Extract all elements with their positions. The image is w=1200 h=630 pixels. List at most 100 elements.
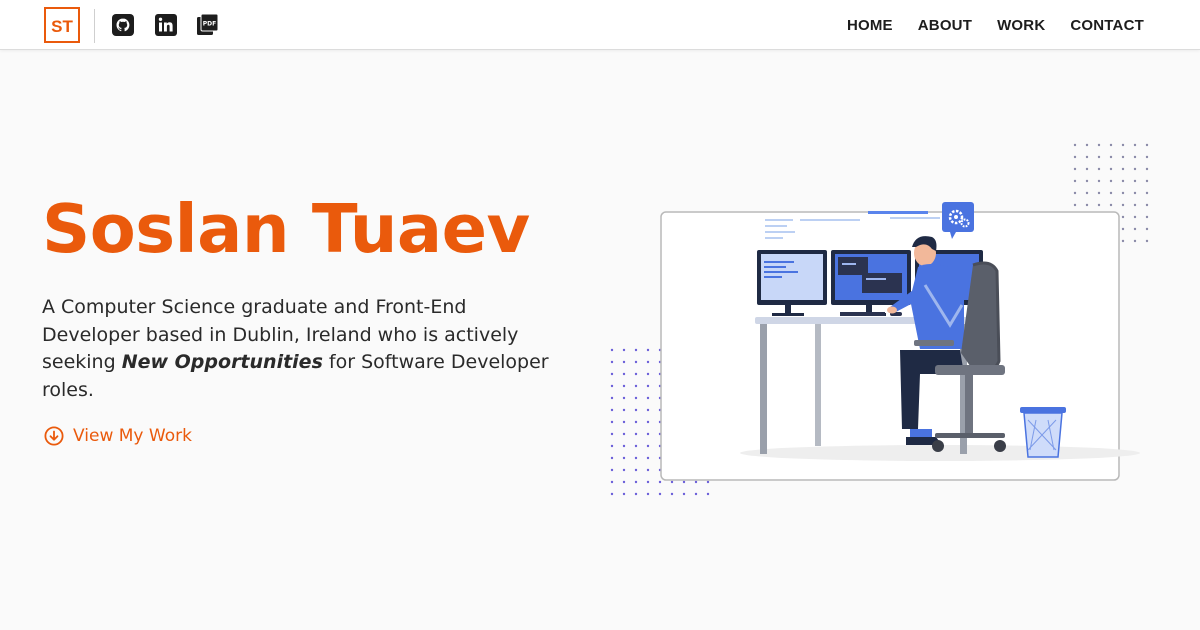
decorative-dot	[622, 408, 626, 412]
decorative-dot	[1133, 143, 1137, 147]
decorative-dot	[634, 468, 638, 472]
decorative-dot	[634, 408, 638, 412]
decorative-dot	[622, 420, 626, 424]
decorative-dot	[1109, 143, 1113, 147]
decorative-dot	[1097, 167, 1101, 171]
decorative-dot	[1085, 143, 1089, 147]
nav-contact[interactable]: CONTACT	[1070, 17, 1144, 34]
decorative-dot	[1133, 215, 1137, 219]
decorative-dot	[706, 492, 710, 496]
decorative-dot	[622, 396, 626, 400]
decorative-dot	[610, 444, 614, 448]
decorative-dot	[634, 360, 638, 364]
nav-work[interactable]: WORK	[997, 17, 1045, 34]
decorative-dot	[1121, 167, 1125, 171]
decorative-dot	[1121, 227, 1125, 231]
hero-desc-emphasis: New Opportunities	[121, 351, 323, 373]
decorative-dot	[1145, 143, 1149, 147]
nav-home[interactable]: HOME	[847, 17, 893, 34]
logo[interactable]: ST	[44, 7, 80, 43]
decorative-dot	[610, 456, 614, 460]
decorative-dot	[1073, 167, 1077, 171]
decorative-dot	[1097, 155, 1101, 159]
decorative-dot	[1121, 179, 1125, 183]
decorative-dot	[1145, 179, 1149, 183]
decorative-dot	[610, 468, 614, 472]
decorative-dot	[610, 396, 614, 400]
nav-divider	[94, 9, 95, 43]
decorative-dot	[1145, 167, 1149, 171]
decorative-dot	[1121, 143, 1125, 147]
decorative-dot	[634, 372, 638, 376]
hero-name: Soslan Tuaev	[42, 190, 530, 268]
decorative-dot	[1145, 215, 1149, 219]
decorative-dot	[622, 360, 626, 364]
decorative-dot	[622, 372, 626, 376]
decorative-dot	[1085, 167, 1089, 171]
view-my-work-link[interactable]: View My Work	[44, 426, 192, 446]
linkedin-icon[interactable]	[155, 14, 177, 36]
decorative-dot	[1073, 179, 1077, 183]
decorative-dot	[1097, 179, 1101, 183]
decorative-dot	[646, 384, 650, 388]
decorative-dot	[634, 480, 638, 484]
decorative-dot	[1121, 155, 1125, 159]
decorative-dot	[1109, 167, 1113, 171]
github-icon[interactable]	[112, 14, 134, 36]
decorative-dot	[1109, 203, 1113, 207]
decorative-dot	[1073, 191, 1077, 195]
decorative-dot	[646, 408, 650, 412]
decorative-dot	[1145, 191, 1149, 195]
decorative-dot	[1085, 203, 1089, 207]
decorative-dot	[694, 492, 698, 496]
decorative-dot	[1109, 191, 1113, 195]
decorative-dot	[646, 468, 650, 472]
decorative-dot	[670, 480, 674, 484]
decorative-dot	[1085, 179, 1089, 183]
decorative-dot	[622, 432, 626, 436]
decorative-dot	[622, 348, 626, 352]
decorative-dot	[1097, 191, 1101, 195]
decorative-dot	[622, 384, 626, 388]
decorative-dot	[1109, 155, 1113, 159]
decorative-dot	[634, 444, 638, 448]
decorative-dot	[646, 396, 650, 400]
decorative-dot	[1121, 215, 1125, 219]
nav-links: HOME ABOUT WORK CONTACT	[847, 0, 1144, 50]
decorative-dot	[646, 492, 650, 496]
decorative-dot	[646, 444, 650, 448]
decorative-dot	[646, 432, 650, 436]
decorative-dot	[1121, 239, 1125, 243]
decorative-dot	[610, 360, 614, 364]
decorative-dot	[1097, 143, 1101, 147]
decorative-dot	[1133, 167, 1137, 171]
decorative-dot	[1133, 155, 1137, 159]
nav-about[interactable]: ABOUT	[918, 17, 972, 34]
decorative-dot	[646, 348, 650, 352]
pdf-icon[interactable]: PDF	[197, 14, 219, 36]
decorative-dot	[634, 348, 638, 352]
decorative-dot	[622, 444, 626, 448]
decorative-dot	[646, 420, 650, 424]
decorative-dot	[1109, 179, 1113, 183]
view-my-work-label: View My Work	[73, 426, 192, 446]
decorative-dot	[1121, 191, 1125, 195]
waste-basket-icon	[1020, 407, 1066, 458]
decorative-dot	[634, 384, 638, 388]
decorative-dot	[610, 492, 614, 496]
decorative-dot	[634, 432, 638, 436]
pdf-icon-label: PDF	[203, 21, 216, 28]
decorative-dot	[610, 480, 614, 484]
hero-description: A Computer Science graduate and Front-En…	[42, 294, 562, 404]
decorative-dot	[622, 480, 626, 484]
decorative-dot	[658, 480, 662, 484]
arrow-down-circle-icon	[44, 426, 64, 446]
decorative-dot	[1121, 203, 1125, 207]
decorative-dot	[694, 480, 698, 484]
decorative-dot	[682, 492, 686, 496]
decorative-dot	[646, 360, 650, 364]
decorative-dot	[1133, 179, 1137, 183]
decorative-dot	[634, 420, 638, 424]
decorative-dot	[1145, 227, 1149, 231]
decorative-dot	[622, 492, 626, 496]
